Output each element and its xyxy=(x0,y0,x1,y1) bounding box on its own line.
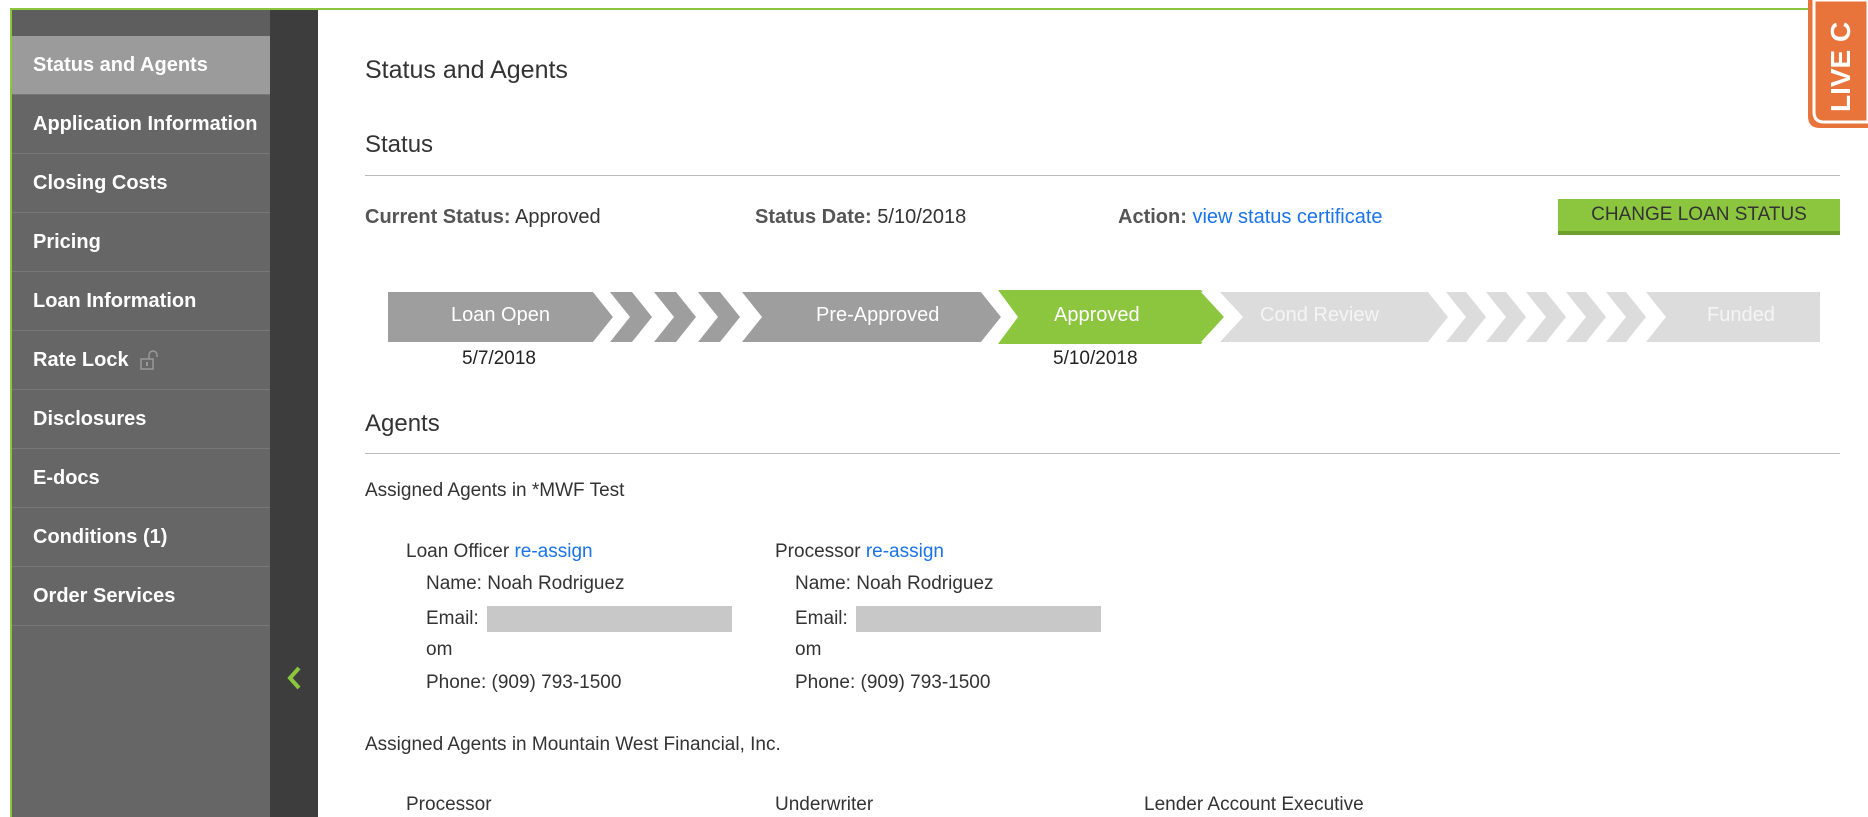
redacted-email xyxy=(486,606,732,632)
status-date-label: Status Date: xyxy=(755,206,872,228)
agents-section-title: Agents xyxy=(365,410,440,437)
step-date-approved: 5/10/2018 xyxy=(1053,348,1138,369)
loan-officer-email: Email: xyxy=(426,606,732,632)
action-row: Action: view status certificate xyxy=(1118,206,1383,229)
step-label-approved: Approved xyxy=(1054,304,1140,326)
status-row: Current Status: Approved xyxy=(365,206,601,229)
window-top xyxy=(0,0,1868,8)
agents-group-title: Assigned Agents in *MWF Test xyxy=(365,480,625,501)
page-title: Status and Agents xyxy=(365,56,568,84)
loan-officer-role: Loan Officer xyxy=(406,541,510,562)
group2-lender-ae-role: Lender Account Executive xyxy=(1144,794,1364,815)
step-date-loan-open: 5/7/2018 xyxy=(462,348,536,369)
status-divider xyxy=(365,175,1840,176)
sidebar-item-conditions[interactable]: Conditions (1) xyxy=(12,508,270,567)
group2-underwriter-role: Underwriter xyxy=(775,794,874,815)
main-content: Status and Agents Status Current Status:… xyxy=(318,10,1868,817)
change-loan-status-button[interactable]: CHANGE LOAN STATUS xyxy=(1558,199,1840,235)
status-section-title: Status xyxy=(365,131,434,158)
sidebar-item-status-and-agents[interactable]: Status and Agents xyxy=(12,36,270,95)
sidebar-header xyxy=(12,10,270,36)
status-progress-bar: Loan Open Pre-Approved Approved Cond Rev… xyxy=(388,286,1820,348)
sidebar-item-application-information[interactable]: Application Information xyxy=(12,95,270,154)
agents-divider xyxy=(365,453,1840,454)
status-date-row: Status Date: 5/10/2018 xyxy=(755,206,966,229)
status-date-value: 5/10/2018 xyxy=(877,206,967,228)
email-label: Email: xyxy=(426,608,479,630)
processor-email-tail: om xyxy=(795,639,822,660)
current-status-value: Approved xyxy=(515,206,601,228)
sidebar-item-disclosures[interactable]: Disclosures xyxy=(12,390,270,449)
processor-role: Processor xyxy=(775,541,861,562)
processor-name: Name: Noah Rodriguez xyxy=(795,573,994,594)
redacted-email xyxy=(855,606,1101,632)
processor-phone: Phone: (909) 793-1500 xyxy=(795,672,991,693)
step-label-funded: Funded xyxy=(1707,304,1775,326)
step-label-loan-open: Loan Open xyxy=(451,304,550,326)
loan-officer-email-tail: om xyxy=(426,639,453,660)
loan-officer-phone: Phone: (909) 793-1500 xyxy=(426,672,622,693)
live-chat-label: LIVE C xyxy=(1825,22,1856,112)
sidebar-item-e-docs[interactable]: E-docs xyxy=(12,449,270,508)
chevron-left-icon[interactable] xyxy=(282,660,306,696)
email-label: Email: xyxy=(795,608,848,630)
loan-officer-reassign-link[interactable]: re-assign xyxy=(514,541,592,562)
lock-open-icon xyxy=(139,349,159,371)
step-label-pre-approved: Pre-Approved xyxy=(816,304,940,326)
agents-group2-title: Assigned Agents in Mountain West Financi… xyxy=(365,734,781,755)
sidebar-nav: Status and Agents Application Informatio… xyxy=(12,10,270,817)
sidebar-collapse-bar xyxy=(270,10,318,817)
live-chat-tab[interactable]: LIVE C xyxy=(1808,0,1868,130)
sidebar-item-order-services[interactable]: Order Services xyxy=(12,567,270,626)
sidebar-item-rate-lock[interactable]: Rate Lock xyxy=(12,331,270,390)
loan-officer-heading: Loan Officer re-assign xyxy=(406,541,593,563)
sidebar-item-label: Rate Lock xyxy=(33,348,129,371)
current-status-label: Current Status: xyxy=(365,206,511,228)
step-label-cond-review: Cond Review xyxy=(1260,304,1379,326)
sidebar-item-pricing[interactable]: Pricing xyxy=(12,213,270,272)
sidebar-item-closing-costs[interactable]: Closing Costs xyxy=(12,154,270,213)
sidebar-item-loan-information[interactable]: Loan Information xyxy=(12,272,270,331)
view-status-certificate-link[interactable]: view status certificate xyxy=(1192,206,1382,228)
processor-email: Email: xyxy=(795,606,1101,632)
group2-processor-role: Processor xyxy=(406,794,492,815)
action-label: Action: xyxy=(1118,206,1187,228)
loan-officer-name: Name: Noah Rodriguez xyxy=(426,573,625,594)
processor-heading: Processor re-assign xyxy=(775,541,944,563)
processor-reassign-link[interactable]: re-assign xyxy=(866,541,944,562)
